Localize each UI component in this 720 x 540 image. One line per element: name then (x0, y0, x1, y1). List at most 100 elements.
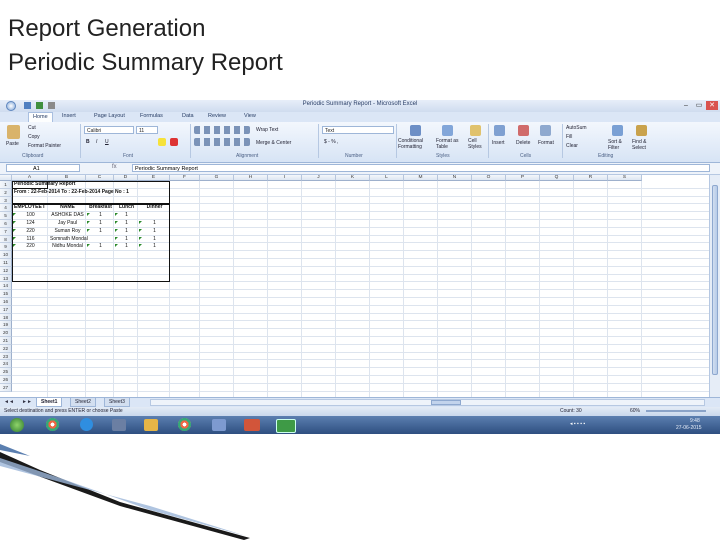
sort-filter-icon[interactable] (612, 125, 623, 136)
conditional-formatting-button[interactable]: Conditional Formatting (398, 138, 434, 150)
row-header[interactable]: 27 (0, 383, 12, 392)
sheet-tab-1[interactable]: Sheet1 (36, 398, 63, 407)
column-header[interactable]: H (234, 175, 268, 181)
column-header[interactable]: Q (540, 175, 574, 181)
column-header[interactable]: J (302, 175, 336, 181)
format-cells-icon[interactable] (540, 125, 551, 136)
sort-filter-button[interactable]: Sort & Filter (608, 139, 628, 151)
horizontal-scroll-thumb[interactable] (431, 400, 461, 405)
row-header[interactable]: 13 (0, 274, 12, 283)
chrome-window-icon[interactable] (178, 418, 191, 431)
font-size-select[interactable]: 11 (136, 126, 158, 134)
vertical-scroll-thumb[interactable] (712, 185, 718, 375)
row-header[interactable]: 23 (0, 352, 12, 361)
row-header[interactable]: 4 (0, 204, 12, 213)
tab-home[interactable]: Home (28, 112, 53, 122)
currency-button[interactable]: $ - % , (324, 139, 338, 145)
tab-review[interactable]: Review (208, 113, 226, 119)
align-top-icons[interactable] (194, 126, 250, 134)
tab-page-layout[interactable]: Page Layout (94, 113, 125, 119)
copy-button[interactable]: Copy (28, 134, 40, 140)
row-header[interactable]: 7 (0, 227, 12, 236)
sheet-nav-next-icon[interactable]: ►► (22, 399, 32, 405)
formula-input[interactable]: Periodic Summary Report (132, 164, 710, 172)
tab-formulas[interactable]: Formulas (140, 113, 163, 119)
fill-color-icon[interactable] (158, 138, 166, 146)
find-select-button[interactable]: Find & Select (632, 139, 652, 151)
row-header[interactable]: 20 (0, 329, 12, 337)
zoom-level[interactable]: 60% (630, 407, 640, 416)
row-header[interactable]: 24 (0, 360, 12, 369)
column-header[interactable]: S (608, 175, 642, 181)
cell-styles-button[interactable]: Cell Styles (468, 138, 486, 150)
column-header[interactable]: N (438, 175, 472, 181)
row-header[interactable]: 16 (0, 298, 12, 306)
row-header[interactable]: 22 (0, 344, 12, 353)
row-header[interactable]: 2 (0, 188, 12, 197)
underline-button[interactable]: U (105, 139, 109, 145)
delete-button[interactable]: Delete (516, 140, 530, 146)
clear-button[interactable]: Clear (566, 143, 578, 149)
sheet-nav-first-icon[interactable]: ◄◄ (4, 399, 14, 405)
minimize-button[interactable]: – (680, 101, 692, 110)
tab-view[interactable]: View (244, 113, 256, 119)
column-header[interactable]: O (472, 175, 506, 181)
internet-explorer-icon[interactable] (80, 418, 93, 431)
column-header[interactable]: L (370, 175, 404, 181)
column-header[interactable]: K (336, 175, 370, 181)
insert-cells-icon[interactable] (494, 125, 505, 136)
chrome-icon[interactable] (46, 418, 59, 431)
row-header[interactable]: 14 (0, 282, 12, 291)
vertical-scrollbar[interactable] (709, 175, 720, 397)
wrap-text-button[interactable]: Wrap Text (256, 127, 278, 133)
row-header[interactable]: 10 (0, 251, 12, 259)
close-button[interactable]: ✕ (706, 101, 718, 110)
tray-icons[interactable]: ◂ ▪ ▪ ▪ ▪ (570, 421, 585, 427)
row-header[interactable]: 15 (0, 290, 12, 298)
row-header[interactable]: 17 (0, 305, 12, 314)
windows-explorer-icon[interactable] (112, 419, 126, 431)
conditional-formatting-icon[interactable] (410, 125, 421, 136)
column-header[interactable]: P (506, 175, 540, 181)
row-header[interactable]: 3 (0, 196, 12, 205)
sheet-tab-3[interactable]: Sheet3 (104, 398, 130, 407)
font-color-icon[interactable] (170, 138, 178, 146)
row-header[interactable]: 12 (0, 266, 12, 275)
row-header[interactable]: 9 (0, 243, 12, 252)
column-header[interactable]: G (200, 175, 234, 181)
bold-button[interactable]: B (86, 139, 90, 145)
folder-icon[interactable] (144, 419, 158, 431)
find-select-icon[interactable] (636, 125, 647, 136)
cut-button[interactable]: Cut (28, 125, 36, 131)
delete-cells-icon[interactable] (518, 125, 529, 136)
tab-data[interactable]: Data (182, 113, 194, 119)
worksheet-grid[interactable]: A B C D E F G H I J K L M N O P Q R S 1 2 3 4 5 6 7 8 9 10 11 12 13 14 15… (0, 175, 709, 397)
row-header[interactable]: 5 (0, 212, 12, 220)
row-header[interactable]: 21 (0, 337, 12, 345)
tab-insert[interactable]: Insert (62, 113, 76, 119)
align-horizontal-icons[interactable] (194, 138, 250, 146)
row-header[interactable]: 1 (0, 181, 12, 189)
row-header[interactable]: 19 (0, 321, 12, 330)
column-header[interactable]: R (574, 175, 608, 181)
sheet-tab-2[interactable]: Sheet2 (70, 398, 96, 407)
row-header[interactable]: 8 (0, 235, 12, 244)
row-header[interactable]: 26 (0, 376, 12, 384)
format-painter-button[interactable]: Format Painter (28, 143, 61, 149)
merge-center-button[interactable]: Merge & Center (256, 140, 291, 146)
start-button[interactable] (10, 418, 24, 432)
row-header[interactable]: 25 (0, 368, 12, 376)
row-header[interactable]: 11 (0, 259, 12, 267)
format-button[interactable]: Format (538, 140, 554, 146)
restore-button[interactable]: ▭ (693, 101, 705, 110)
outlook-icon[interactable] (212, 419, 226, 431)
font-name-select[interactable]: Calibri (84, 126, 134, 134)
paste-button[interactable]: Paste (6, 141, 19, 147)
format-as-table-icon[interactable] (442, 125, 453, 136)
column-header[interactable]: I (268, 175, 302, 181)
row-header[interactable]: 18 (0, 313, 12, 322)
column-header[interactable]: M (404, 175, 438, 181)
fill-button[interactable]: Fill (566, 134, 572, 140)
italic-button[interactable]: I (96, 139, 97, 145)
fx-icon[interactable]: fx (112, 164, 117, 170)
